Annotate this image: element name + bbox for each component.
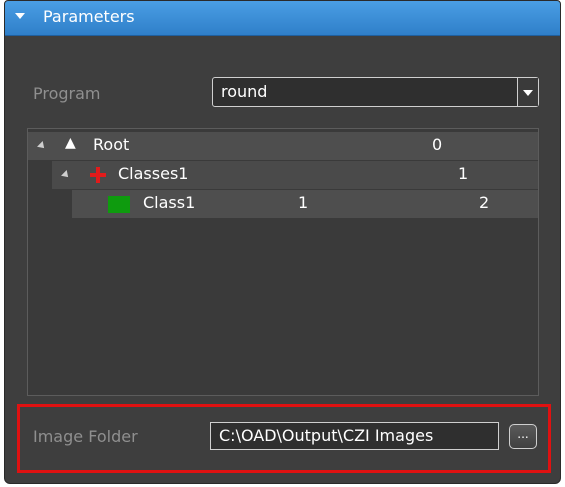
tree-row-class1[interactable]: Class1 1 2 [72, 190, 538, 218]
tree-row-classes1[interactable]: Classes1 1 [52, 161, 538, 189]
tree-row-label: Root [93, 135, 130, 154]
tree-row-count: 0 [432, 135, 443, 154]
up-arrow-icon: ▲ [65, 135, 76, 151]
class-tree: ▲ Root 0 Classes1 1 Class1 1 2 [27, 128, 539, 396]
expand-triangle-icon[interactable] [61, 170, 71, 180]
parameters-title: Parameters [43, 7, 135, 26]
green-swatch-icon [108, 196, 130, 213]
tree-row-count: 2 [479, 193, 490, 212]
tree-row-count: 1 [458, 164, 469, 183]
expand-triangle-icon[interactable] [37, 141, 47, 151]
program-dropdown[interactable]: round [212, 77, 539, 107]
program-value: round [221, 82, 268, 101]
program-label: Program [33, 84, 101, 103]
parameters-header[interactable]: Parameters [5, 1, 560, 36]
red-plus-icon [90, 167, 106, 183]
image-folder-input[interactable]: C:\OAD\Output\CZI Images [210, 422, 499, 450]
tree-row-value: 1 [298, 193, 309, 212]
dropdown-arrow-icon[interactable] [517, 78, 538, 106]
tree-row-root[interactable]: ▲ Root 0 [28, 132, 538, 160]
image-folder-label: Image Folder [33, 427, 138, 446]
tree-row-label: Class1 [143, 193, 196, 212]
tree-row-label: Classes1 [118, 164, 189, 183]
chevron-down-icon[interactable] [15, 13, 25, 19]
browse-button[interactable]: ... [509, 424, 537, 449]
image-folder-value: C:\OAD\Output\CZI Images [219, 426, 434, 445]
